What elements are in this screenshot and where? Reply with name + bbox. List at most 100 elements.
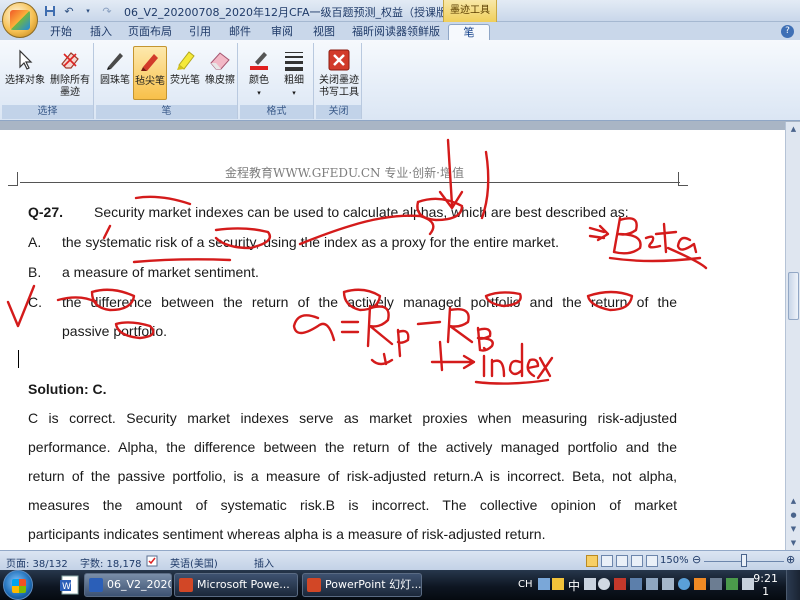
ink-index-e xyxy=(526,358,540,378)
zoom-slider-thumb[interactable] xyxy=(741,554,747,567)
tab-view[interactable]: 视图 xyxy=(310,24,338,40)
page-count[interactable]: 页面: 38/132 xyxy=(6,555,68,570)
ink-underline-sentiment xyxy=(132,258,232,264)
tab-review[interactable]: 审阅 xyxy=(268,24,296,40)
save-icon[interactable] xyxy=(42,3,58,19)
ink-beta-e xyxy=(644,235,662,249)
show-desktop-button[interactable] xyxy=(786,570,800,600)
tray-app-icon-6[interactable] xyxy=(726,578,738,590)
pinned-word-icon[interactable]: W xyxy=(60,574,80,596)
print-layout-view-icon[interactable] xyxy=(586,555,598,567)
ime-language[interactable]: CH xyxy=(518,579,533,590)
full-screen-reading-icon[interactable] xyxy=(601,555,613,567)
ime-toolbar-icon[interactable] xyxy=(552,578,564,590)
option-c-text-line1: the difference between the return of the… xyxy=(62,294,677,310)
select-object-button[interactable]: 选择对象 xyxy=(4,46,46,100)
svg-text:W: W xyxy=(62,582,71,592)
zoom-in-icon[interactable]: ⊕ xyxy=(786,553,795,566)
language[interactable]: 英语(美国) xyxy=(170,555,218,570)
browse-object-icon[interactable]: ● xyxy=(786,508,800,522)
ballpoint-pen-button[interactable]: 圆珠笔 xyxy=(98,46,132,100)
zoom-level[interactable]: 150% xyxy=(660,555,689,566)
prev-page-icon[interactable]: ▲ xyxy=(786,494,800,508)
web-layout-icon[interactable] xyxy=(616,555,628,567)
ink-index-underline xyxy=(474,378,550,385)
tab-foxit-reader[interactable]: 福昕阅读器领鲜版 xyxy=(350,24,442,40)
outline-view-icon[interactable] xyxy=(631,555,643,567)
group-label-select: 选择 xyxy=(2,105,93,119)
ribbon-group-pens: 圆珠笔 毡尖笔 荧光笔 橡皮擦 笔 xyxy=(96,43,238,119)
scroll-down-icon[interactable]: ▼ xyxy=(786,536,800,550)
tray-app-icon-3[interactable] xyxy=(678,578,690,590)
start-button[interactable] xyxy=(3,570,33,600)
ink-annotations xyxy=(6,138,708,385)
tab-references[interactable]: 引用 xyxy=(186,24,214,40)
redo-icon[interactable]: ↷ xyxy=(99,3,115,19)
color-button[interactable]: 颜色 ▾ xyxy=(242,46,276,100)
thickness-button[interactable]: 粗细 ▾ xyxy=(277,46,311,100)
tray-app-icon-1[interactable] xyxy=(614,578,626,590)
ink-alpha xyxy=(292,314,336,342)
volume-icon[interactable] xyxy=(662,578,674,590)
eraser-button[interactable]: 橡皮擦 xyxy=(203,46,237,100)
ballpoint-pen-icon xyxy=(107,53,123,70)
tray-app-icon-7[interactable] xyxy=(742,578,754,590)
clock-date: 1 xyxy=(762,585,770,598)
dropdown-arrow-icon[interactable]: ▾ xyxy=(80,3,96,19)
ribbon-group-select: 选择对象 删除所有墨迹 选择 xyxy=(2,43,94,119)
tab-pen[interactable]: 笔 xyxy=(448,24,490,40)
tray-app-icon-5[interactable] xyxy=(710,578,722,590)
next-page-icon[interactable]: ▼ xyxy=(786,522,800,536)
vertical-scrollbar[interactable]: ▲ ▲ ● ▼ ▼ xyxy=(785,122,800,550)
ink-B xyxy=(476,326,494,352)
undo-icon[interactable]: ↶ xyxy=(61,3,77,19)
eraser-delete-icon xyxy=(61,52,79,69)
word-count[interactable]: 字数: 18,178 xyxy=(80,555,142,570)
page-header: 金程教育WWW.GFEDU.CN 专业·创新·增值 xyxy=(225,166,464,180)
tab-home[interactable]: 开始 xyxy=(44,24,78,40)
quick-access-toolbar: ↶ ▾ ↷ xyxy=(42,3,115,19)
highlighter-icon xyxy=(177,51,195,70)
felt-tip-pen-button[interactable]: 毡尖笔 xyxy=(133,46,167,100)
ink-R-B xyxy=(446,306,474,344)
ink-index-n xyxy=(490,358,506,378)
office-button[interactable] xyxy=(2,2,38,38)
network-icon[interactable] xyxy=(646,578,658,590)
task-powerpoint-2[interactable]: PowerPoint 幻灯... xyxy=(302,573,422,597)
scroll-thumb[interactable] xyxy=(788,272,799,320)
thickness-dropdown-icon: ▾ xyxy=(292,89,296,97)
close-ink-tools-button[interactable]: 关闭墨迹书写工具 xyxy=(318,46,360,100)
highlighter-button[interactable]: 荧光笔 xyxy=(168,46,202,100)
tray-app-icon-4[interactable] xyxy=(694,578,706,590)
insert-mode[interactable]: 插入 xyxy=(254,555,274,570)
delete-all-ink-button[interactable]: 删除所有墨迹 xyxy=(48,46,92,100)
document-page[interactable]: 金程教育WWW.GFEDU.CN 专业·创新·增值 Q-27. Security… xyxy=(0,130,785,550)
punctuation-icon[interactable] xyxy=(584,578,596,590)
keyboard-icon[interactable] xyxy=(538,578,550,590)
ink-p xyxy=(396,328,410,358)
ink-index-i xyxy=(482,346,487,378)
tab-mailings[interactable]: 邮件 xyxy=(226,24,254,40)
help-icon[interactable]: ? xyxy=(781,25,794,38)
task-word-document[interactable]: 06_V2_20200708... xyxy=(84,573,172,597)
task-powerpoint-1[interactable]: Microsoft Powe... xyxy=(174,573,298,597)
scroll-up-icon[interactable]: ▲ xyxy=(786,122,800,136)
tab-insert[interactable]: 插入 xyxy=(86,24,116,40)
ink-p-mark xyxy=(370,352,394,366)
close-ink-tools-label: 关闭墨迹书写工具 xyxy=(319,75,359,98)
ink-underline-security xyxy=(134,195,192,206)
zoom-out-icon[interactable]: ⊖ xyxy=(692,553,701,566)
ink-beta-t xyxy=(654,222,678,254)
ime-mode[interactable]: 中 xyxy=(568,577,580,594)
ribbon: 选择对象 删除所有墨迹 选择 圆珠笔 毡尖笔 荧光笔 橡皮擦 笔 颜色 ▾ 粗细… xyxy=(0,40,800,121)
draft-view-icon[interactable] xyxy=(646,555,658,567)
proofing-icon[interactable] xyxy=(146,555,158,567)
document-area[interactable]: 金程教育WWW.GFEDU.CN 专业·创新·增值 Q-27. Security… xyxy=(0,122,785,550)
group-label-close: 关闭 xyxy=(316,105,361,119)
tab-page-layout[interactable]: 页面布局 xyxy=(124,24,176,40)
solution-line-5: participants indicates sentiment whereas… xyxy=(28,526,546,542)
clock[interactable]: 9:21 1 xyxy=(753,572,778,598)
question-text: Security market indexes can be used to c… xyxy=(94,204,629,220)
tray-settings-icon[interactable] xyxy=(598,578,610,590)
tray-app-icon-2[interactable] xyxy=(630,578,642,590)
